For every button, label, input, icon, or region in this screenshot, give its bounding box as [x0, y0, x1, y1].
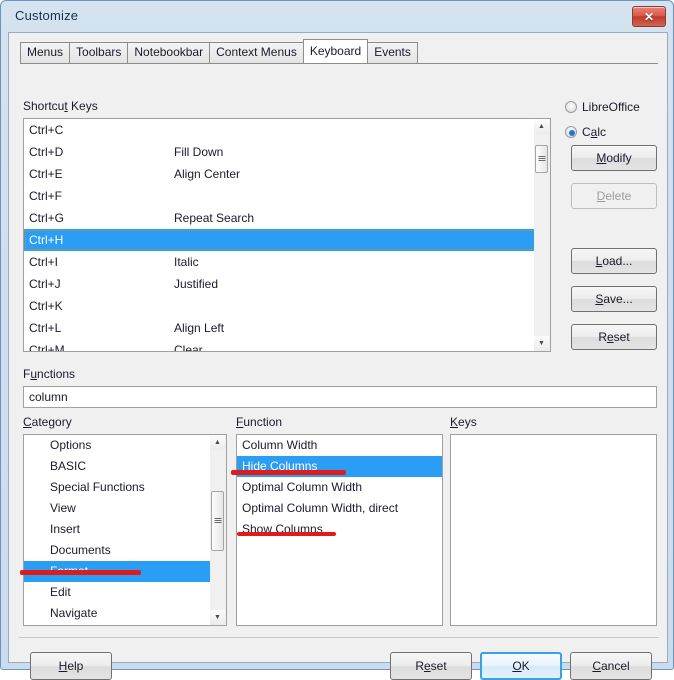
category-list[interactable]: Options BASIC Special Functions View Ins…	[23, 434, 211, 626]
shortcut-key: Ctrl+F	[29, 185, 174, 207]
functions-search-input[interactable]: column	[23, 386, 657, 408]
category-item[interactable]: Documents	[24, 540, 210, 561]
dialog-client-area: Menus Toolbars Notebookbar Context Menus…	[8, 32, 668, 663]
tab-strip: Menus Toolbars Notebookbar Context Menus…	[20, 41, 417, 63]
shortcut-key: Ctrl+E	[29, 163, 174, 185]
shortcut-list-scrollbar[interactable]: ▲ ▼	[534, 118, 551, 352]
category-item[interactable]: Navigate	[24, 603, 210, 624]
delete-button: Delete	[571, 183, 657, 209]
scrollbar-thumb[interactable]	[535, 145, 548, 173]
customize-dialog-window: Customize ✕ Menus Toolbars Notebookbar C…	[0, 0, 674, 670]
shortcut-keys-list[interactable]: Ctrl+C Ctrl+DFill Down Ctrl+EAlign Cente…	[23, 118, 546, 352]
function-label: Function	[236, 415, 282, 429]
functions-label: Functions	[23, 367, 75, 381]
shortcut-function: Clear	[174, 339, 203, 352]
radio-icon	[565, 101, 577, 113]
function-item[interactable]: Show Columns	[237, 519, 442, 540]
annotation-underline-show-columns	[237, 532, 336, 536]
cancel-button[interactable]: Cancel	[570, 652, 652, 680]
shortcut-function: Justified	[174, 273, 218, 295]
shortcut-function: Fill Down	[174, 141, 223, 163]
shortcut-key: Ctrl+L	[29, 317, 174, 339]
load-button[interactable]: Load...	[571, 248, 657, 274]
shortcut-function: Align Center	[174, 163, 240, 185]
ok-button[interactable]: OK	[480, 652, 562, 680]
keys-list[interactable]	[450, 434, 657, 626]
tab-context-menus[interactable]: Context Menus	[209, 42, 304, 63]
category-item[interactable]: BASIC	[24, 456, 210, 477]
modify-button[interactable]: Modify	[571, 145, 657, 171]
shortcut-keys-label: Shortcut Keys	[23, 99, 98, 113]
shortcut-row[interactable]: Ctrl+C	[24, 119, 545, 141]
category-label: Category	[23, 415, 72, 429]
radio-selected-icon	[565, 126, 577, 138]
tab-menus[interactable]: Menus	[20, 42, 70, 63]
category-item[interactable]: Insert	[24, 519, 210, 540]
grip-icon	[214, 518, 221, 524]
shortcut-key: Ctrl+G	[29, 207, 174, 229]
help-button[interactable]: Help	[30, 652, 112, 680]
shortcut-row[interactable]: Ctrl+DFill Down	[24, 141, 545, 163]
function-item[interactable]: Column Width	[237, 435, 442, 456]
grip-icon	[538, 156, 545, 162]
shortcut-key: Ctrl+H	[29, 229, 174, 251]
reset-button[interactable]: Reset	[390, 652, 472, 680]
tab-events[interactable]: Events	[367, 42, 418, 63]
shortcut-row[interactable]: Ctrl+K	[24, 295, 545, 317]
category-item[interactable]: Edit	[24, 582, 210, 603]
tab-keyboard[interactable]: Keyboard	[303, 39, 368, 63]
shortcut-function: Italic	[174, 251, 199, 273]
function-list[interactable]: Column Width Hide Columns Optimal Column…	[236, 434, 443, 626]
shortcut-row[interactable]: Ctrl+GRepeat Search	[24, 207, 545, 229]
scroll-up-icon[interactable]: ▲	[210, 435, 225, 450]
keys-label: Keys	[450, 415, 477, 429]
scrollbar-thumb[interactable]	[211, 491, 224, 551]
footer-separator	[19, 637, 659, 638]
shortcut-row[interactable]: Ctrl+LAlign Left	[24, 317, 545, 339]
category-item[interactable]: Drawing	[24, 624, 210, 626]
save-button[interactable]: Save...	[571, 286, 657, 312]
category-list-scrollbar[interactable]: ▲ ▼	[210, 434, 227, 626]
title-bar: Customize ✕	[1, 1, 673, 32]
window-title: Customize	[15, 8, 78, 23]
shortcut-row[interactable]: Ctrl+F	[24, 185, 545, 207]
category-item[interactable]: Special Functions	[24, 477, 210, 498]
shortcut-key: Ctrl+M	[29, 339, 174, 352]
tab-toolbars[interactable]: Toolbars	[69, 42, 128, 63]
shortcut-row[interactable]: Ctrl+JJustified	[24, 273, 545, 295]
shortcut-key: Ctrl+J	[29, 273, 174, 295]
scroll-down-icon[interactable]: ▼	[210, 610, 225, 625]
tab-underline	[20, 63, 658, 64]
shortcut-function: Align Left	[174, 317, 224, 339]
radio-libreoffice-label: LibreOffice	[582, 100, 640, 114]
shortcut-row-selected[interactable]: Ctrl+H	[24, 229, 545, 251]
shortcut-key: Ctrl+D	[29, 141, 174, 163]
close-icon: ✕	[633, 7, 665, 26]
function-item[interactable]: Optimal Column Width, direct	[237, 498, 442, 519]
shortcut-row[interactable]: Ctrl+MClear	[24, 339, 545, 352]
reset-side-button[interactable]: Reset	[571, 324, 657, 350]
radio-libreoffice[interactable]: LibreOffice	[565, 100, 640, 114]
shortcut-row[interactable]: Ctrl+EAlign Center	[24, 163, 545, 185]
shortcut-key: Ctrl+C	[29, 119, 174, 141]
scroll-up-icon[interactable]: ▲	[534, 119, 549, 134]
annotation-underline-format	[20, 570, 141, 575]
tab-notebookbar[interactable]: Notebookbar	[127, 42, 210, 63]
radio-calc[interactable]: Calc	[565, 125, 606, 139]
shortcut-key: Ctrl+K	[29, 295, 174, 317]
close-button[interactable]: ✕	[632, 6, 666, 27]
category-item[interactable]: Options	[24, 435, 210, 456]
category-item[interactable]: View	[24, 498, 210, 519]
shortcut-key: Ctrl+I	[29, 251, 174, 273]
shortcut-row[interactable]: Ctrl+IItalic	[24, 251, 545, 273]
scroll-down-icon[interactable]: ▼	[534, 336, 549, 351]
function-item[interactable]: Optimal Column Width	[237, 477, 442, 498]
radio-calc-label: Calc	[582, 125, 606, 139]
shortcut-function: Repeat Search	[174, 207, 254, 229]
annotation-underline-hide-columns	[231, 470, 346, 475]
